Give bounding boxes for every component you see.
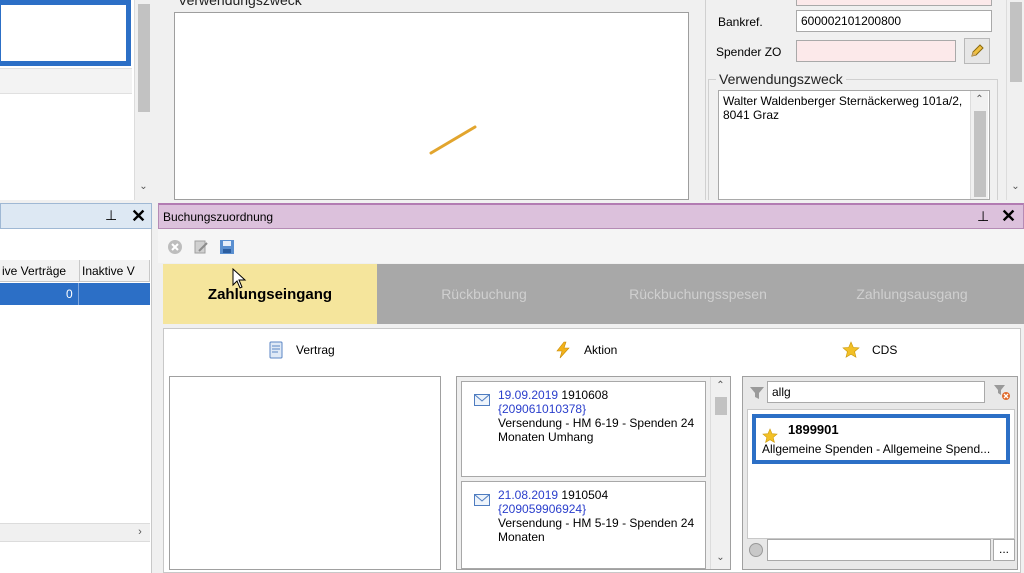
grid-footer: [0, 541, 150, 573]
clear-filter-icon[interactable]: [993, 383, 1011, 401]
close-icon[interactable]: ✕: [1001, 206, 1016, 227]
column-header-active-contracts[interactable]: ive Verträge: [0, 260, 80, 281]
cds-label: CDS: [872, 343, 898, 357]
bankref-field[interactable]: 600002101200800: [796, 10, 992, 32]
panel-title: Buchungszuordnung: [163, 210, 274, 224]
tab-rueckbuchungsspesen[interactable]: Rückbuchungsspesen: [591, 264, 805, 324]
mail-icon: [474, 394, 490, 406]
address-line-1: Walter Waldenberger Sternäckerweg 101a/2…: [723, 94, 963, 108]
scroll-up-icon[interactable]: ⌃: [711, 379, 730, 393]
top-left-scrollbar[interactable]: ⌄: [134, 0, 152, 200]
mail-icon: [474, 494, 490, 506]
cds-bottom-icon: [749, 543, 763, 557]
right-outer-scrollbar[interactable]: ⌄: [1006, 0, 1024, 200]
edit-button[interactable]: [192, 238, 210, 256]
cds-result-id: 1899901: [788, 422, 839, 437]
cds-result-card[interactable]: 1899901 Allgemeine Spenden - Allgemeine …: [752, 414, 1010, 464]
selected-record-box[interactable]: [0, 0, 131, 66]
save-disk-icon: [220, 240, 234, 254]
mouse-cursor-icon: [232, 268, 247, 289]
buchungszuordnung-titlebar: Buchungszuordnung ⊥ ✕: [158, 203, 1024, 229]
verwendungszweck-textbox[interactable]: [174, 12, 689, 200]
edit-spender-button[interactable]: [964, 38, 990, 64]
loading-stroke-icon: [429, 125, 477, 155]
cds-result-desc: Allgemeine Spenden - Allgemeine Spend...: [762, 442, 991, 456]
aktion-scrollbar[interactable]: ⌃ ⌄: [710, 377, 730, 569]
aktion-number: 1910608: [561, 388, 609, 402]
address-line-2: 8041 Graz: [723, 108, 780, 122]
top-field[interactable]: [796, 0, 992, 6]
address-scrollbar[interactable]: ⌃: [970, 91, 988, 199]
spender-zo-field[interactable]: [796, 40, 956, 62]
cds-header: CDS: [842, 341, 897, 359]
verwendungszweck-group-title: Verwendungszweck: [716, 71, 846, 87]
aktion-ref: {209061010378}: [498, 402, 587, 416]
verwendungszweck-title: Verwendungszweck: [178, 0, 302, 8]
table-row[interactable]: 0: [0, 283, 150, 305]
contract-document-icon: [269, 341, 283, 359]
toolbar: [158, 229, 1024, 263]
aktion-label: Aktion: [584, 343, 618, 357]
edit-document-icon: [194, 240, 208, 254]
pencil-icon: [971, 44, 984, 57]
cds-results: 1899901 Allgemeine Spenden - Allgemeine …: [747, 409, 1015, 539]
cancel-circle-icon: [168, 240, 182, 254]
scroll-down-icon[interactable]: ⌄: [135, 180, 152, 194]
aktion-desc: Versendung - HM 6-19 - Spenden 24: [498, 416, 695, 430]
vertrag-header: Vertrag: [268, 341, 335, 359]
grid-cell-value: 0: [66, 287, 73, 301]
grid-header: ive Verträge Inaktive V: [0, 260, 150, 282]
close-icon[interactable]: ✕: [131, 206, 146, 227]
grid-horizontal-scrollbar[interactable]: ›: [0, 523, 150, 541]
cancel-button[interactable]: [166, 238, 184, 256]
app-window: ⌄ Verwendungszweck Bankref. 600002101200…: [0, 0, 1024, 573]
aktion-header: Aktion: [554, 341, 617, 359]
cell-divider: [78, 283, 79, 305]
aktion-desc: Versendung - HM 5-19 - Spenden 24: [498, 516, 695, 530]
booking-type-tabs: Zahlungseingang Rückbuchung Rückbuchungs…: [163, 264, 1024, 324]
tab-zahlungsausgang[interactable]: Zahlungsausgang: [805, 264, 1019, 324]
scroll-down-icon[interactable]: ⌄: [711, 551, 730, 565]
save-button[interactable]: [218, 238, 236, 256]
star-icon: [842, 341, 860, 358]
pin-icon[interactable]: ⊥: [105, 207, 117, 224]
aktion-date: 19.09.2019: [498, 388, 559, 402]
scroll-up-icon[interactable]: ⌃: [971, 93, 988, 107]
tab-rueckbuchung[interactable]: Rückbuchung: [377, 264, 591, 324]
aktion-number: 1910504: [561, 488, 609, 502]
browse-button[interactable]: ...: [993, 539, 1015, 561]
aktion-card[interactable]: 21.08.2019 1910504 {209059906924} Versen…: [461, 481, 706, 569]
scrollbar-thumb[interactable]: [715, 397, 727, 415]
vertrag-label: Vertrag: [296, 343, 335, 357]
vertrag-list[interactable]: [169, 376, 441, 570]
cds-bottom-input[interactable]: [767, 539, 991, 561]
address-textbox[interactable]: Walter Waldenberger Sternäckerweg 101a/2…: [718, 90, 990, 200]
filter-icon: [750, 387, 764, 399]
aktion-ref: {209059906924}: [498, 502, 587, 516]
aktion-list: 19.09.2019 1910608 {209061010378} Versen…: [456, 376, 731, 570]
scrollbar-thumb[interactable]: [974, 111, 986, 197]
left-panel-titlebar: ⊥ ✕: [0, 203, 152, 229]
list-row[interactable]: [0, 68, 132, 94]
detail-panel: Bankref. 600002101200800 Spender ZO Verw…: [706, 0, 1024, 200]
bankref-label: Bankref.: [718, 15, 763, 29]
pin-icon[interactable]: ⊥: [977, 208, 989, 225]
lightning-icon: [556, 341, 570, 359]
cds-filter-input[interactable]: allg: [767, 381, 985, 403]
scrollbar-thumb[interactable]: [138, 4, 150, 112]
aktion-card[interactable]: 19.09.2019 1910608 {209061010378} Versen…: [461, 381, 706, 477]
scroll-down-icon[interactable]: ⌄: [1007, 180, 1024, 194]
spender-zo-label: Spender ZO: [716, 45, 782, 59]
top-left-panel: ⌄: [0, 0, 152, 200]
aktion-date: 21.08.2019: [498, 488, 559, 502]
tab-zahlungseingang[interactable]: Zahlungseingang: [163, 264, 377, 324]
column-header-inactive-contracts[interactable]: Inaktive V: [80, 260, 150, 281]
scroll-right-icon[interactable]: ›: [132, 524, 148, 540]
scrollbar-thumb[interactable]: [1010, 2, 1022, 82]
aktion-desc: Monaten: [498, 530, 545, 544]
aktion-desc: Monaten Umhang: [498, 430, 594, 444]
cds-panel: allg 1899901 Allgemeine Spenden - Allgem…: [742, 376, 1018, 570]
